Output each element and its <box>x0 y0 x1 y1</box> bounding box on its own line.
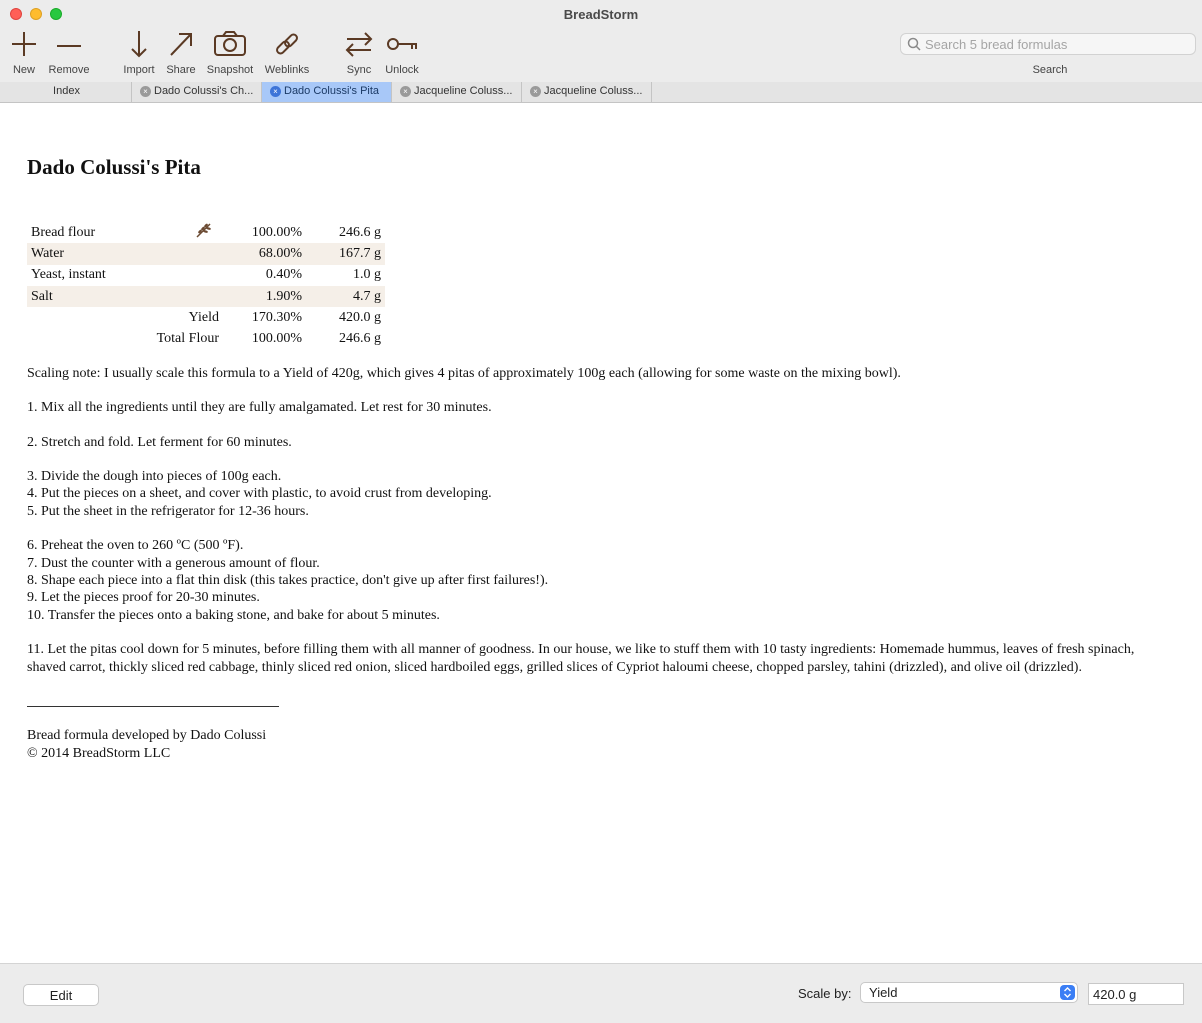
tab-dado-colussi-pita[interactable]: × Dado Colussi's Pita <box>262 82 392 102</box>
step-2: 2. Stretch and fold. Let ferment for 60 … <box>27 435 292 450</box>
yield-weight: 420.0 g <box>339 309 381 325</box>
ingredient-row: Water 68.00% 167.7 g <box>27 243 385 265</box>
snapshot-label: Snapshot <box>206 64 254 76</box>
ingredient-percent: 100.00% <box>251 224 302 240</box>
close-tab-icon[interactable]: × <box>270 86 281 97</box>
step-3: 3. Divide the dough into pieces of 100g … <box>27 469 282 484</box>
step-8: 8. Shape each piece into a flat thin dis… <box>27 573 549 588</box>
scale-by-value: Yield <box>869 985 898 1000</box>
step-4: 4. Put the pieces on a sheet, and cover … <box>27 486 492 501</box>
search-label: Search <box>1032 64 1068 76</box>
recipe-view: Dado Colussi's Pita Bread flour 100.00% … <box>0 103 1202 963</box>
scale-by-label: Scale by: <box>798 986 852 1001</box>
search-input[interactable] <box>925 36 1185 52</box>
step-6: 6. Preheat the oven to 260 ºC (500 ºF). <box>27 538 244 553</box>
tab-dado-colussi-ch[interactable]: × Dado Colussi's Ch... <box>132 82 262 102</box>
import-button[interactable]: Import <box>120 30 158 80</box>
snapshot-button[interactable]: Snapshot <box>204 30 256 80</box>
camera-icon <box>214 31 246 56</box>
tab-label: Dado Colussi's Pita <box>284 85 380 97</box>
ingredient-weight: 246.6 g <box>339 224 381 240</box>
search-field[interactable] <box>900 33 1196 55</box>
ingredient-weight: 4.7 g <box>306 285 385 308</box>
total-flour-percent: 100.00% <box>251 331 302 347</box>
scale-by-select[interactable]: Yield <box>860 982 1078 1003</box>
remove-button[interactable]: Remove <box>46 30 92 80</box>
sync-button[interactable]: Sync <box>342 30 376 80</box>
ingredient-name: Salt <box>27 285 185 308</box>
yield-percent: 170.30% <box>251 309 302 325</box>
key-icon <box>387 38 417 50</box>
ingredient-percent: 0.40% <box>265 267 302 283</box>
arrow-up-right-icon <box>170 33 192 56</box>
ingredient-name: Bread flour <box>31 224 96 240</box>
credit-line: Bread formula developed by Dado Colussi <box>27 728 267 743</box>
yield-label: Yield <box>188 309 219 325</box>
new-label: New <box>12 64 35 76</box>
tab-jacqueline-colussi-1[interactable]: × Jacqueline Coluss... <box>392 82 522 102</box>
unlock-button[interactable]: Unlock <box>382 30 422 80</box>
arrow-down-icon <box>131 31 147 58</box>
ingredient-table: Bread flour 100.00% 246.6 g Water 68.00%… <box>27 222 385 350</box>
ingredient-weight: 167.7 g <box>306 243 385 265</box>
tab-label: Index <box>53 85 80 97</box>
share-label: Share <box>166 64 196 76</box>
tab-jacqueline-colussi-2[interactable]: × Jacqueline Coluss... <box>522 82 652 102</box>
ingredient-weight: 1.0 g <box>353 267 381 283</box>
wheat-icon <box>185 222 223 243</box>
ingredient-row: Salt 1.90% 4.7 g <box>27 285 385 308</box>
close-tab-icon[interactable]: × <box>400 86 411 97</box>
tab-label: Dado Colussi's Ch... <box>154 85 254 97</box>
yield-row: Yield 170.30% 420.0 g <box>27 307 385 328</box>
tab-bar: Index × Dado Colussi's Ch... × Dado Colu… <box>0 82 1202 103</box>
step-1: 1. Mix all the ingredients until they ar… <box>27 400 492 415</box>
toolbar: BreadStorm New Remove Import Share Snaps… <box>0 0 1202 83</box>
step-11: 11. Let the pitas cool down for 5 minute… <box>27 642 1135 675</box>
weblinks-label: Weblinks <box>264 64 310 76</box>
minus-icon <box>57 45 81 47</box>
chevron-up-down-icon <box>1060 985 1075 1000</box>
remove-label: Remove <box>48 64 90 76</box>
ingredient-row: Bread flour 100.00% 246.6 g <box>27 222 385 243</box>
plus-icon <box>12 32 36 56</box>
sync-arrows-icon <box>345 32 373 57</box>
tab-label: Jacqueline Coluss... <box>414 85 513 97</box>
link-icon <box>276 33 298 55</box>
tab-label: Jacqueline Coluss... <box>544 85 643 97</box>
weblinks-button[interactable]: Weblinks <box>262 30 312 80</box>
scale-amount-input[interactable] <box>1088 983 1184 1005</box>
tab-index[interactable]: Index <box>2 82 132 102</box>
unlock-label: Unlock <box>385 64 419 76</box>
total-flour-row: Total Flour 100.00% 246.6 g <box>27 328 385 349</box>
app-window: BreadStorm New Remove Import Share Snaps… <box>0 0 1202 1023</box>
total-flour-label: Total Flour <box>156 331 219 347</box>
search-icon <box>907 37 921 51</box>
recipe-title: Dado Colussi's Pita <box>27 155 201 179</box>
new-button[interactable]: New <box>8 30 40 80</box>
close-tab-icon[interactable]: × <box>140 86 151 97</box>
bottom-bar: Edit Scale by: Yield <box>0 963 1202 1023</box>
total-flour-weight: 246.6 g <box>339 331 381 347</box>
window-title: BreadStorm <box>563 7 639 22</box>
copyright-line: © 2014 BreadStorm LLC <box>27 746 171 761</box>
ingredient-name: Water <box>27 243 185 265</box>
ingredient-percent: 1.90% <box>223 285 306 308</box>
ingredient-percent: 68.00% <box>223 243 306 265</box>
step-7: 7. Dust the counter with a generous amou… <box>27 556 320 571</box>
divider <box>27 706 279 707</box>
ingredient-row: Yeast, instant 0.40% 1.0 g <box>27 265 385 286</box>
import-label: Import <box>123 64 155 76</box>
step-10: 10. Transfer the pieces onto a baking st… <box>27 608 440 623</box>
ingredient-name: Yeast, instant <box>31 267 106 283</box>
step-9: 9. Let the pieces proof for 20-30 minute… <box>27 590 260 605</box>
step-5: 5. Put the sheet in the refrigerator for… <box>27 504 309 519</box>
sync-label: Sync <box>346 64 372 76</box>
share-button[interactable]: Share <box>164 30 198 80</box>
scaling-note: Scaling note: I usually scale this formu… <box>27 366 901 381</box>
edit-button[interactable]: Edit <box>23 984 99 1006</box>
close-tab-icon[interactable]: × <box>530 86 541 97</box>
